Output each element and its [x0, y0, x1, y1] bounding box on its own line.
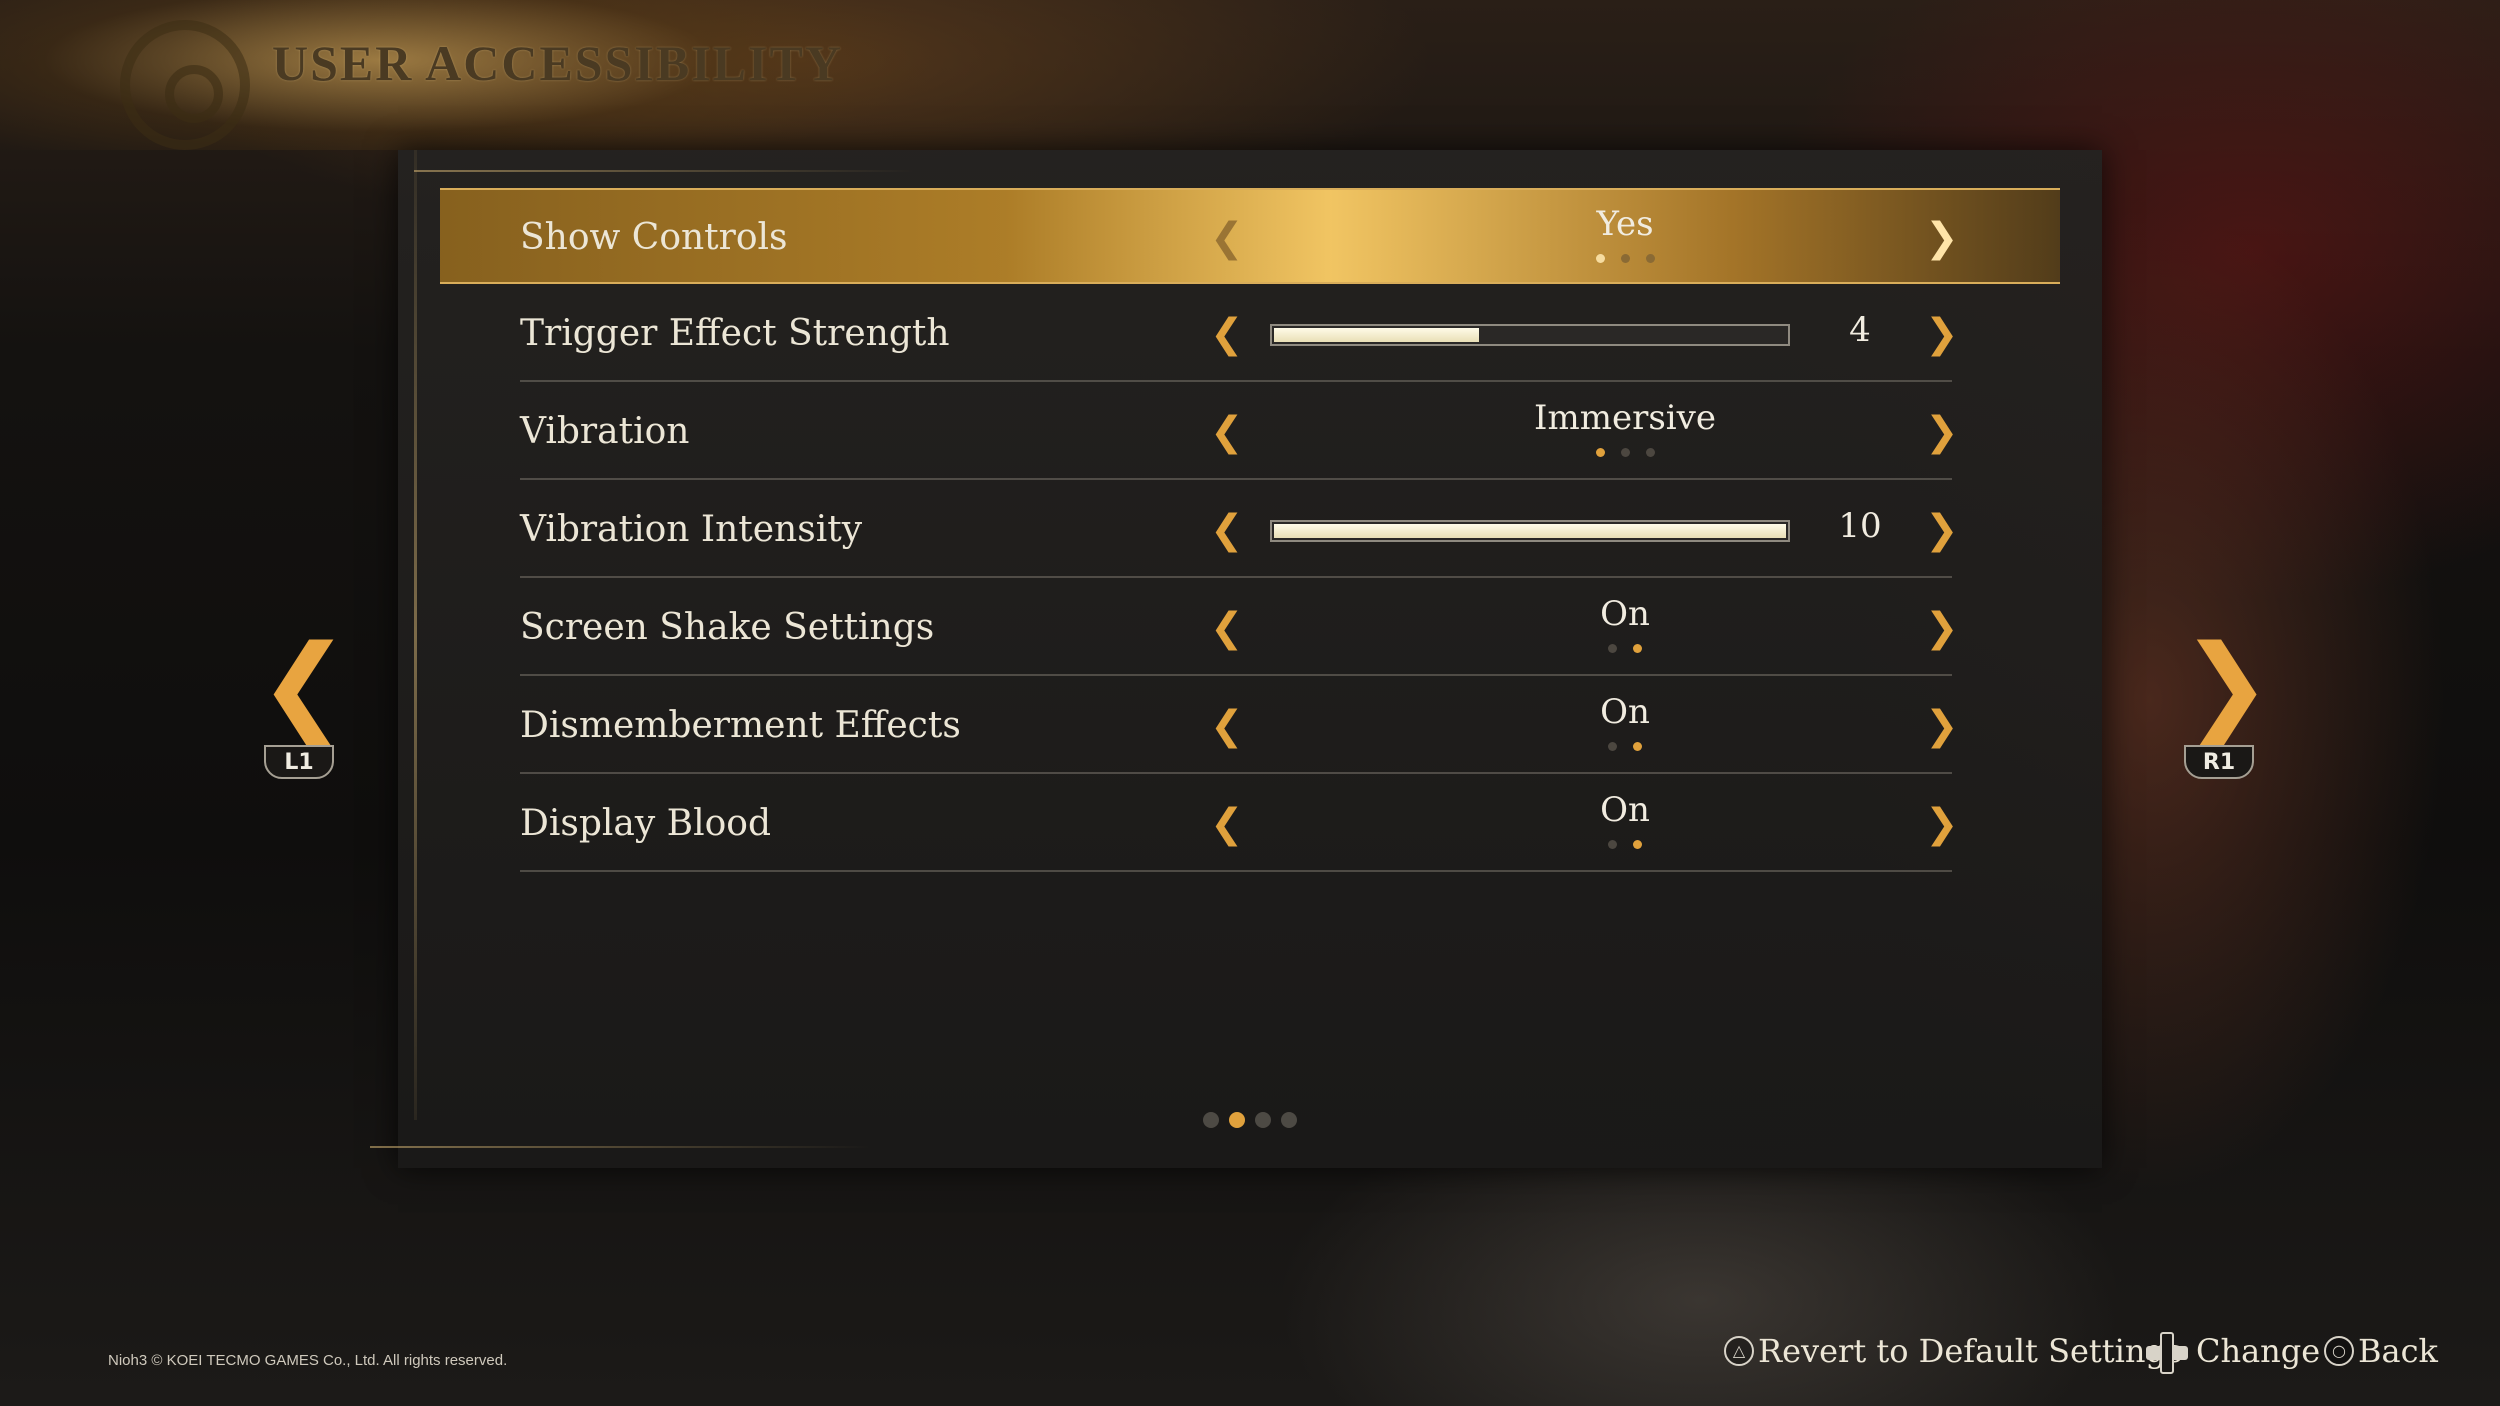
- increase-arrow-icon[interactable]: ❯: [1925, 412, 1959, 452]
- next-page-arrow-icon[interactable]: ❯: [2180, 630, 2272, 740]
- change-button[interactable]: Change: [2196, 1328, 2320, 1374]
- increase-arrow-icon[interactable]: ❯: [1925, 706, 1959, 746]
- setting-value: Immersive: [1534, 398, 1716, 438]
- setting-value: On: [1600, 692, 1650, 732]
- panel-divider: [414, 150, 417, 1120]
- setting-row[interactable]: Show Controls ❮ ❯ Yes: [440, 188, 2060, 284]
- increase-arrow-icon[interactable]: ❯: [1925, 510, 1959, 550]
- option-dot: [1645, 448, 1655, 457]
- option-dot: [1608, 742, 1617, 751]
- setting-label: Screen Shake Settings: [520, 607, 935, 648]
- panel-divider: [414, 170, 914, 172]
- setting-label: Display Blood: [520, 803, 772, 844]
- row-divider: [520, 674, 1952, 676]
- increase-arrow-icon[interactable]: ❯: [1925, 608, 1959, 648]
- option-indicator: [1425, 448, 1825, 457]
- setting-label: Dismemberment Effects: [520, 705, 961, 746]
- decrease-arrow-icon[interactable]: ❮: [1210, 706, 1244, 746]
- page-indicator: [1198, 1112, 1302, 1128]
- setting-value: Yes: [1596, 204, 1654, 244]
- increase-arrow-icon[interactable]: ❯: [1925, 314, 1959, 354]
- option-dot: [1608, 840, 1617, 849]
- option-indicator: [1425, 840, 1825, 849]
- dpad-icon: [2146, 1332, 2188, 1374]
- option-dot: [1620, 448, 1630, 457]
- panel-divider: [370, 1146, 870, 1148]
- setting-row[interactable]: Dismemberment Effects ❮ ❯ On: [440, 678, 2060, 774]
- option-dot: [1645, 254, 1655, 263]
- gear-icon: [120, 20, 250, 150]
- option-dot: [1595, 448, 1605, 457]
- decrease-arrow-icon[interactable]: ❮: [1210, 608, 1244, 648]
- option-dot: [1633, 742, 1642, 751]
- page-dot: [1255, 1112, 1271, 1128]
- row-divider: [520, 478, 1952, 480]
- setting-label: Vibration Intensity: [520, 509, 863, 550]
- r1-button-badge[interactable]: R1: [2184, 745, 2254, 779]
- increase-arrow-icon[interactable]: ❯: [1925, 218, 1959, 258]
- slider-track[interactable]: [1270, 520, 1790, 542]
- slider-value: 4: [1849, 310, 1871, 350]
- back-button[interactable]: Back: [2358, 1328, 2438, 1374]
- row-divider: [520, 870, 1952, 872]
- circle-button-icon: ○: [2324, 1336, 2354, 1366]
- setting-label: Show Controls: [520, 217, 788, 258]
- page-dot: [1203, 1112, 1219, 1128]
- copyright-text: Nioh3 © KOEI TECMO GAMES Co., Ltd. All r…: [108, 1352, 508, 1369]
- option-indicator: [1425, 742, 1825, 751]
- slider-fill: [1274, 328, 1479, 342]
- setting-row[interactable]: Vibration ❮ ❯ Immersive: [440, 384, 2060, 480]
- page-dot: [1229, 1112, 1245, 1128]
- decrease-arrow-icon[interactable]: ❮: [1210, 218, 1244, 258]
- l1-button-badge[interactable]: L1: [264, 745, 334, 779]
- row-divider: [520, 380, 1952, 382]
- decrease-arrow-icon[interactable]: ❮: [1210, 314, 1244, 354]
- slider-fill: [1274, 524, 1786, 538]
- setting-label: Trigger Effect Strength: [520, 313, 950, 354]
- row-divider: [520, 772, 1952, 774]
- previous-page-arrow-icon[interactable]: ❮: [258, 630, 350, 740]
- page-title: USER ACCESSIBILITY: [272, 35, 843, 91]
- decrease-arrow-icon[interactable]: ❮: [1210, 804, 1244, 844]
- setting-value: On: [1600, 594, 1650, 634]
- setting-row[interactable]: Vibration Intensity ❮ ❯ 10: [440, 482, 2060, 578]
- setting-row[interactable]: Screen Shake Settings ❮ ❯ On: [440, 580, 2060, 676]
- row-divider: [520, 576, 1952, 578]
- option-dot: [1620, 254, 1630, 263]
- increase-arrow-icon[interactable]: ❯: [1925, 804, 1959, 844]
- decrease-arrow-icon[interactable]: ❮: [1210, 510, 1244, 550]
- option-dot: [1608, 644, 1617, 653]
- triangle-button-icon: △: [1724, 1336, 1754, 1366]
- option-indicator: [1425, 254, 1825, 263]
- setting-label: Vibration: [520, 411, 690, 452]
- revert-default-button[interactable]: Revert to Default Settings: [1758, 1328, 2182, 1374]
- slider-value: 10: [1838, 506, 1882, 546]
- slider-track[interactable]: [1270, 324, 1790, 346]
- setting-row[interactable]: Trigger Effect Strength ❮ ❯ 4: [440, 286, 2060, 382]
- page-dot: [1281, 1112, 1297, 1128]
- option-dot: [1595, 254, 1605, 263]
- decrease-arrow-icon[interactable]: ❮: [1210, 412, 1244, 452]
- setting-value: On: [1600, 790, 1650, 830]
- option-indicator: [1425, 644, 1825, 653]
- option-dot: [1633, 644, 1642, 653]
- option-dot: [1633, 840, 1642, 849]
- setting-row[interactable]: Display Blood ❮ ❯ On: [440, 776, 2060, 872]
